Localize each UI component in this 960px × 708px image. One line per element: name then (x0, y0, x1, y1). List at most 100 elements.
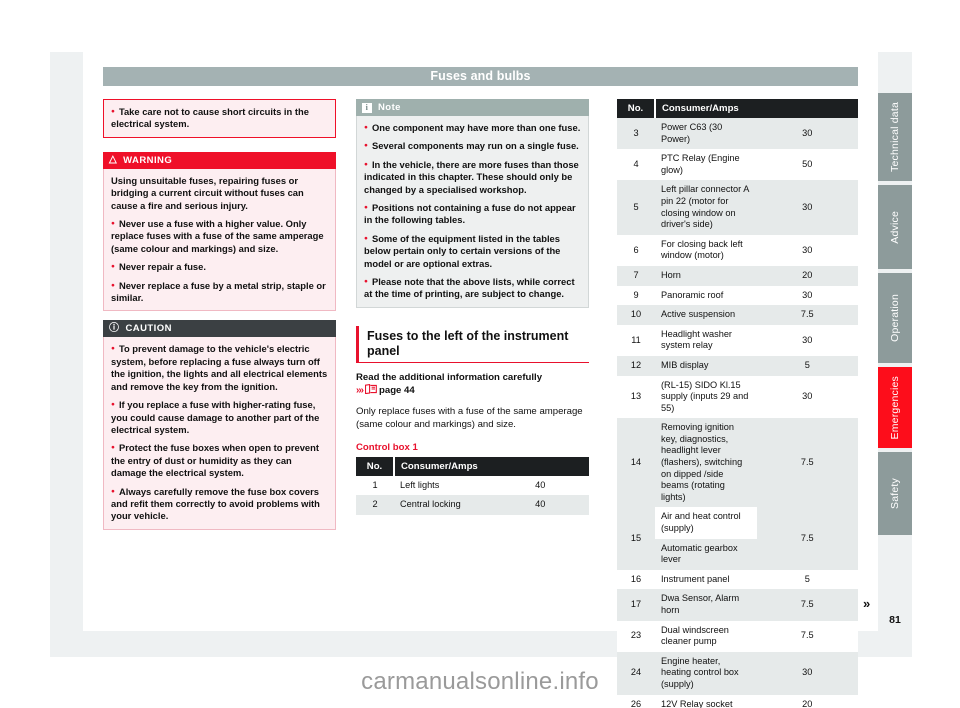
col-header-no: No. (356, 456, 394, 476)
cell-no: 1 (356, 475, 394, 496)
warning-box: △ WARNING Using unsuitable fuses, repair… (103, 151, 336, 312)
cell-no: 16 (617, 569, 655, 590)
warning-box-header: △ WARNING (103, 151, 336, 169)
cell-amps: 30 (756, 324, 858, 356)
caution-bullet-3: Always carefully remove the fuse box cov… (111, 486, 328, 523)
caution-box: ⓘ CAUTION To prevent damage to the vehic… (103, 320, 336, 530)
cell-consumer: Left pillar connector A pin 22 (motor fo… (655, 180, 757, 235)
sidebar-tab-emergencies[interactable]: Emergencies (878, 367, 912, 448)
sidebar-tab-advice[interactable]: Advice (878, 185, 912, 269)
cell-consumer: PTC Relay (Engine glow) (655, 149, 757, 181)
sidebar-tab-technical-data[interactable]: Technical data (878, 93, 912, 181)
cell-consumer: (RL-15) SIDO Kl.15 supply (inputs 29 and… (655, 375, 757, 419)
caution-bullet-2: Protect the fuse boxes when open to prev… (111, 442, 328, 479)
cell-amps: 30 (756, 234, 858, 266)
table-row: 13 (RL-15) SIDO Kl.15 supply (inputs 29 … (617, 375, 858, 419)
cell-no: 10 (617, 305, 655, 325)
cell-no: 5 (617, 180, 655, 235)
page-title: Fuses and bulbs (430, 69, 531, 83)
cell-no: 7 (617, 265, 655, 286)
table-row: 11 Headlight washer system relay 30 (617, 324, 858, 356)
table-row: 26 12V Relay socket 20 (617, 694, 858, 708)
cell-amps: 7.5 (756, 620, 858, 652)
cell-no: 15 (617, 507, 655, 570)
cell-no: 12 (617, 355, 655, 376)
control-box-1-table: No. Consumer/Amps 1 Left lights 40 2 Cen… (356, 456, 589, 515)
chapter-header-bar: Fuses and bulbs (103, 67, 858, 86)
xref-page-text[interactable]: page 44 (379, 385, 415, 396)
cell-consumer: Instrument panel (655, 569, 757, 590)
section-lead-text: Read the additional information carefull… (356, 371, 543, 383)
note-bullet-2: In the vehicle, there are more fuses tha… (364, 159, 581, 196)
cell-amps: 20 (756, 265, 858, 286)
left-column: Take care not to cause short circuits in… (103, 99, 336, 539)
cell-no: 14 (617, 418, 655, 508)
cell-no: 6 (617, 234, 655, 266)
warning-bullet-1: Never repair a fuse. (111, 261, 328, 273)
cell-amps: 40 (491, 495, 589, 515)
cell-amps: 30 (756, 285, 858, 306)
sidebar-tab-label: Emergencies (889, 375, 901, 440)
warning-bullet-2: Never replace a fuse by a metal strip, s… (111, 280, 328, 305)
cell-consumer-line-1: Automatic gearbox lever (655, 538, 757, 570)
cell-consumer: Dual windscreen cleaner pump (655, 620, 757, 652)
warning-bullet-0: Never use a fuse with a higher value. On… (111, 218, 328, 255)
table-row: 16 Instrument panel 5 (617, 569, 858, 590)
caution-bullet-1: If you replace a fuse with higher-rating… (111, 399, 328, 436)
sidebar-tab-operation[interactable]: Operation (878, 273, 912, 363)
sidebar-tab-label: Technical data (889, 102, 901, 172)
table-row: 1 Left lights 40 (356, 475, 589, 496)
cell-consumer: Removing ignition key, diagnostics, head… (655, 418, 757, 508)
control-box-continued-table: No. Consumer/Amps 3 Power C63 (30 Power)… (617, 99, 858, 708)
xref-arrows: ››› (356, 385, 364, 397)
warning-triangle-icon: △ (109, 154, 118, 166)
intro-note-box: Take care not to cause short circuits in… (103, 99, 336, 138)
table-row: 12 MIB display 5 (617, 355, 858, 376)
info-icon: i (362, 102, 372, 113)
cell-no: 17 (617, 589, 655, 621)
cell-amps: 30 (756, 180, 858, 235)
section-heading: Fuses to the left of the instrument pane… (356, 325, 589, 363)
cell-consumer: Horn (655, 265, 757, 286)
table-row: 5 Left pillar connector A pin 22 (motor … (617, 180, 858, 235)
sidebar-tab-safety[interactable]: Safety (878, 452, 912, 535)
table-row: 10 Active suspension 7.5 (617, 305, 858, 325)
cell-consumer: Left lights (394, 475, 492, 496)
cell-amps: 5 (756, 355, 858, 376)
cell-consumer: Panoramic roof (655, 285, 757, 306)
warning-box-label: WARNING (123, 154, 173, 166)
continuation-marker: » (863, 596, 870, 611)
cell-amps: 20 (756, 694, 858, 708)
note-box-header: i Note (356, 99, 589, 116)
note-box: i Note One component may have more than … (356, 99, 589, 308)
cell-amps: 50 (756, 149, 858, 181)
table-row: 2 Central locking 40 (356, 495, 589, 515)
right-column: No. Consumer/Amps 3 Power C63 (30 Power)… (617, 99, 858, 708)
table-row-split: 15 Air and heat control (supply) Automat… (617, 507, 858, 570)
col-header-consumer: Consumer/Amps (393, 456, 589, 476)
note-bullet-4: Some of the equipment listed in the tabl… (364, 233, 581, 270)
sidebar-tab-label: Safety (889, 478, 901, 509)
caution-box-body: To prevent damage to the vehicle's elect… (103, 337, 336, 530)
table-row: 6 For closing back left window (motor) 3… (617, 234, 858, 266)
cell-consumer-line-0: Air and heat control (supply) (655, 507, 757, 539)
warning-box-body: Using unsuitable fuses, repairing fuses … (103, 168, 336, 312)
cell-amps: 30 (756, 375, 858, 419)
cell-no: 23 (617, 620, 655, 652)
page-reference-icon[interactable] (365, 384, 377, 395)
col-header-consumer: Consumer/Amps (654, 99, 858, 118)
section-body-text: Only replace fuses with a fuse of the sa… (356, 406, 583, 430)
caution-box-header: ⓘ CAUTION (103, 320, 336, 338)
cell-consumer: Central locking (394, 495, 492, 515)
table-row: 14 Removing ignition key, diagnostics, h… (617, 418, 858, 508)
cell-consumer: Headlight washer system relay (655, 324, 757, 356)
cell-consumer-split: Air and heat control (supply) Automatic … (655, 507, 757, 570)
note-box-body: One component may have more than one fus… (356, 116, 589, 308)
cell-amps: 7.5 (756, 305, 858, 325)
note-bullet-1: Several components may run on a single f… (364, 140, 581, 152)
table-row: 23 Dual windscreen cleaner pump 7.5 (617, 620, 858, 652)
table-header-row: No. Consumer/Amps (356, 456, 589, 476)
cell-amps: 7.5 (756, 507, 858, 570)
cell-amps: 7.5 (756, 589, 858, 621)
sidebar-tab-label: Operation (889, 294, 901, 342)
